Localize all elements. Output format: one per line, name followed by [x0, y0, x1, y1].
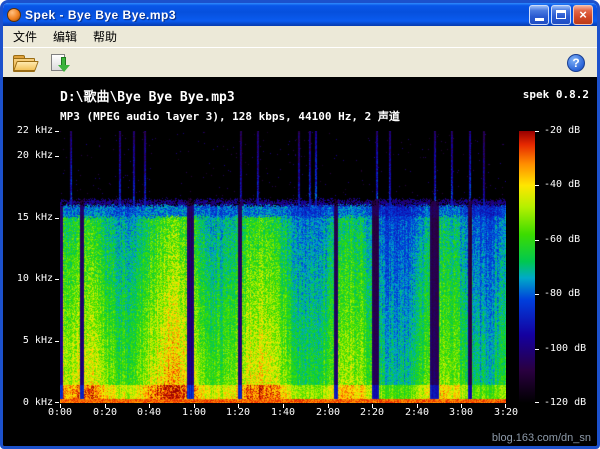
menu-help[interactable]: 帮助 — [85, 26, 125, 47]
y-tick-label: 5 kHz — [5, 336, 53, 346]
close-button[interactable]: × — [573, 5, 593, 25]
y-tick-label: 22 kHz — [5, 126, 53, 136]
stream-info: MP3 (MPEG audio layer 3), 128 kbps, 4410… — [60, 108, 400, 124]
maximize-button[interactable] — [551, 5, 571, 25]
help-button[interactable]: ? — [561, 49, 591, 77]
y-tick-label: 10 kHz — [5, 274, 53, 284]
minimize-icon — [535, 18, 544, 21]
legend-label: -60 dB — [544, 235, 580, 245]
legend-tick — [535, 349, 539, 350]
legend-tick — [535, 131, 539, 132]
x-tick-label: 0:20 — [93, 408, 117, 418]
legend-label: -120 dB — [544, 398, 586, 408]
save-button[interactable] — [45, 49, 75, 77]
x-tick — [60, 404, 61, 408]
menu-bar: 文件 编辑 帮助 — [3, 26, 597, 47]
y-tick — [55, 218, 59, 219]
x-tick — [194, 404, 195, 408]
x-tick-label: 0:40 — [137, 408, 161, 418]
x-tick — [505, 404, 506, 408]
y-tick — [55, 341, 59, 342]
x-tick-label: 2:20 — [360, 408, 384, 418]
file-path: D:\歌曲\Bye Bye Bye.mp3 — [60, 86, 235, 105]
y-tick — [55, 131, 59, 132]
legend-label: -80 dB — [544, 289, 580, 299]
spek-window: Spek - Bye Bye Bye.mp3 × 文件 编辑 帮助 ? D:\歌… — [0, 0, 600, 449]
y-tick — [55, 402, 59, 403]
legend-tick — [535, 402, 539, 403]
y-tick — [55, 279, 59, 280]
y-tick-label: 0 kHz — [5, 398, 53, 408]
minimize-button[interactable] — [529, 5, 549, 25]
open-folder-icon — [13, 55, 36, 71]
legend-tick — [535, 294, 539, 295]
menu-file[interactable]: 文件 — [5, 26, 45, 47]
window-title: Spek - Bye Bye Bye.mp3 — [25, 8, 523, 22]
watermark: blog.163.com/dn_sn — [492, 432, 591, 444]
x-tick — [105, 404, 106, 408]
spectrogram-canvas — [60, 131, 506, 403]
spectrogram-view: D:\歌曲\Bye Bye Bye.mp3 spek 0.8.2 MP3 (MP… — [3, 77, 597, 446]
spek-app-icon — [7, 8, 21, 22]
x-tick — [372, 404, 373, 408]
x-tick — [328, 404, 329, 408]
x-tick-label: 1:00 — [182, 408, 206, 418]
legend-tick — [535, 240, 539, 241]
legend-tick — [535, 185, 539, 186]
x-tick-label: 1:20 — [226, 408, 250, 418]
y-tick-label: 20 kHz — [5, 151, 53, 161]
menu-edit[interactable]: 编辑 — [45, 26, 85, 47]
app-version: spek 0.8.2 — [523, 88, 589, 101]
close-icon: × — [579, 8, 587, 21]
x-tick — [238, 404, 239, 408]
x-tick — [461, 404, 462, 408]
x-tick-label: 3:20 — [494, 408, 518, 418]
x-tick — [283, 404, 284, 408]
save-icon — [50, 54, 70, 72]
x-tick-label: 2:00 — [316, 408, 340, 418]
legend-label: -100 dB — [544, 344, 586, 354]
help-icon: ? — [567, 54, 585, 72]
y-tick — [55, 156, 59, 157]
x-tick-label: 0:00 — [48, 408, 72, 418]
x-tick-label: 1:40 — [271, 408, 295, 418]
x-tick — [417, 404, 418, 408]
legend-bar — [519, 131, 535, 403]
maximize-icon — [556, 10, 566, 19]
window-controls: × — [527, 5, 593, 25]
title-bar[interactable]: Spek - Bye Bye Bye.mp3 × — [3, 3, 597, 26]
open-button[interactable] — [9, 49, 39, 77]
legend-label: -40 dB — [544, 180, 580, 190]
x-tick — [149, 404, 150, 408]
x-tick-label: 3:00 — [449, 408, 473, 418]
legend-label: -20 dB — [544, 126, 580, 136]
y-tick-label: 15 kHz — [5, 213, 53, 223]
toolbar: ? — [3, 47, 597, 77]
x-tick-label: 2:40 — [405, 408, 429, 418]
